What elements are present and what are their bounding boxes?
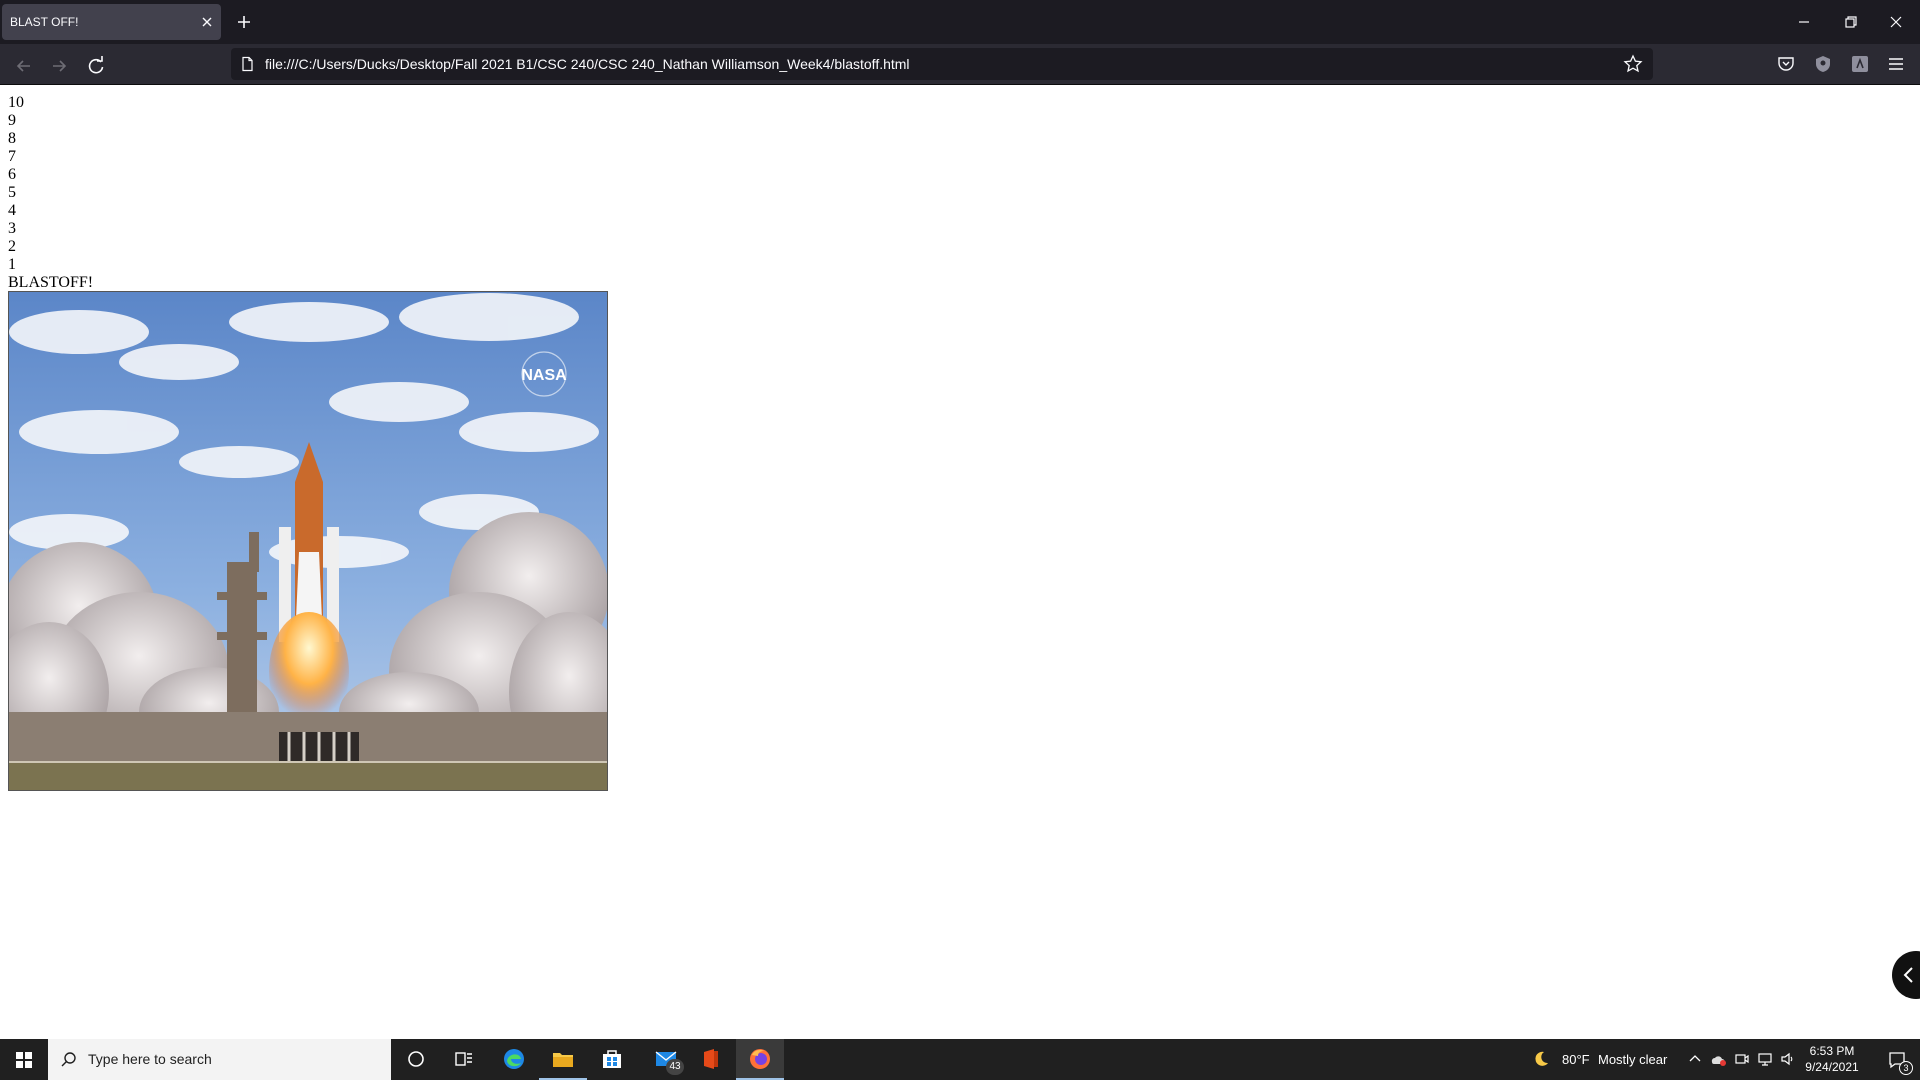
notifications-badge: 3 bbox=[1899, 1061, 1913, 1075]
taskbar-edge[interactable] bbox=[490, 1039, 538, 1080]
search-placeholder: Type here to search bbox=[88, 1051, 212, 1067]
navigation-toolbar: file:///C:/Users/Ducks/Desktop/Fall 2021… bbox=[0, 44, 1920, 85]
start-button[interactable] bbox=[0, 1039, 48, 1080]
taskbar-search-box[interactable]: Type here to search bbox=[48, 1039, 391, 1080]
task-view-button[interactable] bbox=[440, 1039, 488, 1080]
countdown-number: 8 bbox=[8, 130, 16, 147]
cortana-button[interactable] bbox=[392, 1039, 440, 1080]
task-view-icon bbox=[455, 1052, 472, 1066]
close-window-icon[interactable] bbox=[1882, 8, 1910, 36]
folder-icon bbox=[553, 1053, 573, 1067]
countdown-number: 5 bbox=[8, 184, 16, 201]
taskbar-mail[interactable]: 43 bbox=[642, 1039, 690, 1080]
notifications-button[interactable]: 3 bbox=[1874, 1039, 1920, 1080]
office-icon bbox=[704, 1049, 718, 1069]
countdown-number: 10 bbox=[8, 94, 24, 111]
shuttle-launch-image: NASA bbox=[8, 291, 608, 791]
chevron-up-icon[interactable] bbox=[1687, 1051, 1703, 1067]
network-icon[interactable] bbox=[1757, 1051, 1773, 1067]
meet-now-icon[interactable] bbox=[1734, 1051, 1750, 1067]
browser-tab-bar: BLAST OFF! bbox=[0, 0, 1920, 44]
clock-date: 9/24/2021 bbox=[1805, 1060, 1859, 1074]
onedrive-icon[interactable] bbox=[1710, 1051, 1726, 1067]
store-bag-icon bbox=[603, 1050, 621, 1068]
windows-logo-icon bbox=[16, 1052, 32, 1068]
mail-badge: 43 bbox=[666, 1059, 684, 1075]
search-icon bbox=[61, 1052, 76, 1067]
url-text[interactable]: file:///C:/Users/Ducks/Desktop/Fall 2021… bbox=[265, 48, 910, 80]
address-bar[interactable]: file:///C:/Users/Ducks/Desktop/Fall 2021… bbox=[231, 48, 1653, 80]
countdown-number: 3 bbox=[8, 220, 16, 237]
weather-description[interactable]: Mostly clear bbox=[1598, 1039, 1667, 1080]
new-tab-icon[interactable] bbox=[232, 10, 256, 34]
bookmark-star-icon[interactable] bbox=[1623, 54, 1643, 74]
reload-icon[interactable] bbox=[82, 52, 110, 80]
tab-close-icon[interactable] bbox=[199, 14, 215, 30]
shield-extension-icon[interactable] bbox=[1813, 54, 1833, 74]
countdown-list: 10 9 8 7 6 5 4 3 2 1 BLASTOFF! bbox=[8, 94, 93, 292]
edge-browser-icon bbox=[504, 1049, 524, 1069]
system-clock[interactable]: 6:53 PM 9/24/2021 bbox=[1790, 1043, 1874, 1075]
side-panel-handle[interactable] bbox=[1892, 951, 1920, 999]
clock-time: 6:53 PM bbox=[1809, 1044, 1855, 1058]
nasa-logo-text: NASA bbox=[521, 367, 567, 384]
countdown-number: 7 bbox=[8, 148, 16, 165]
weather-temp[interactable]: 80°F bbox=[1562, 1039, 1590, 1080]
windows-taskbar: Type here to search 43 80°F Mostly clear… bbox=[0, 1039, 1920, 1080]
taskbar-file-explorer[interactable] bbox=[539, 1039, 587, 1080]
cortana-circle-icon bbox=[408, 1051, 424, 1067]
taskbar-office[interactable] bbox=[686, 1039, 734, 1080]
back-arrow-icon[interactable] bbox=[10, 52, 38, 80]
chevron-left-icon bbox=[1903, 967, 1913, 983]
pocket-icon[interactable] bbox=[1776, 54, 1796, 74]
blastoff-text: BLASTOFF! bbox=[8, 274, 94, 291]
moon-weather-icon[interactable] bbox=[1531, 1049, 1551, 1069]
firefox-icon bbox=[750, 1049, 770, 1069]
extension-icon[interactable] bbox=[1850, 54, 1870, 74]
minimize-icon[interactable] bbox=[1790, 8, 1818, 36]
taskbar-store[interactable] bbox=[588, 1039, 636, 1080]
tab-title: BLAST OFF! bbox=[10, 15, 79, 29]
menu-icon[interactable] bbox=[1886, 54, 1906, 74]
taskbar-firefox[interactable] bbox=[736, 1039, 784, 1080]
countdown-number: 2 bbox=[8, 238, 16, 255]
forward-arrow-icon[interactable] bbox=[45, 52, 73, 80]
tab-blast-off[interactable]: BLAST OFF! bbox=[2, 4, 221, 40]
countdown-number: 6 bbox=[8, 166, 16, 183]
restore-icon[interactable] bbox=[1837, 8, 1865, 36]
page-icon bbox=[242, 56, 253, 72]
countdown-number: 4 bbox=[8, 202, 16, 219]
shuttle-launch-illustration: NASA bbox=[9, 292, 607, 790]
page-content: 10 9 8 7 6 5 4 3 2 1 BLASTOFF! NASA bbox=[0, 86, 1920, 1039]
countdown-number: 9 bbox=[8, 112, 16, 129]
countdown-number: 1 bbox=[8, 256, 16, 273]
